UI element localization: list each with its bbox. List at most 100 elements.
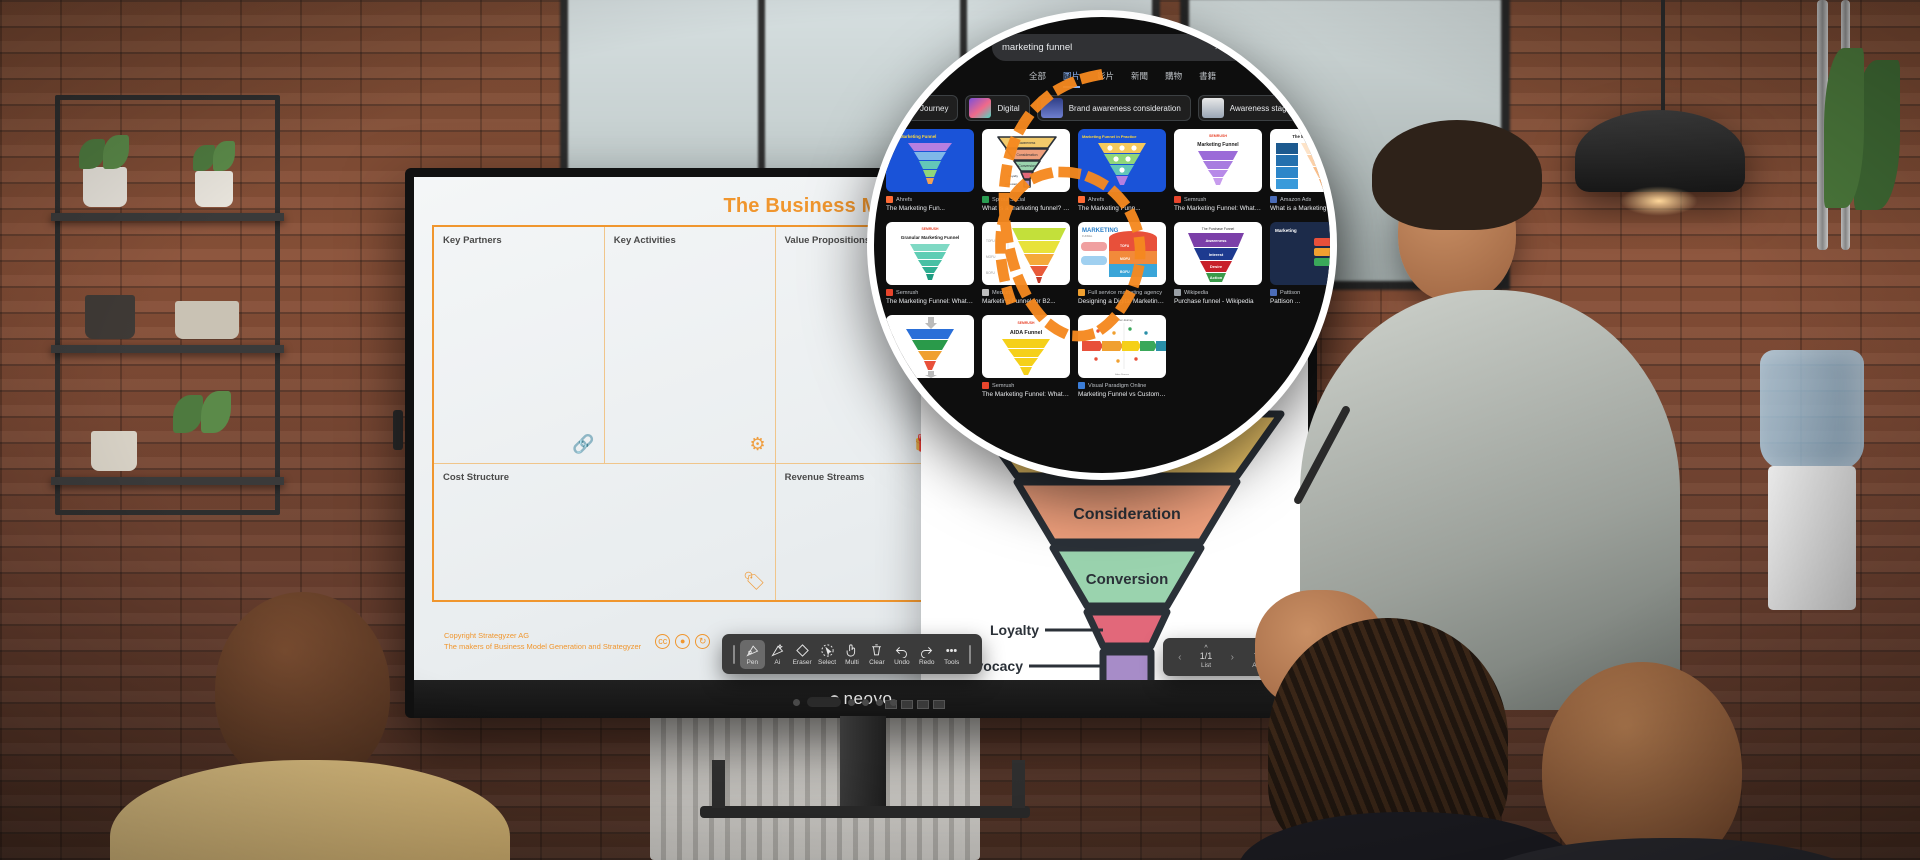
tool-multi[interactable]: Multi <box>840 640 865 669</box>
chip-journey[interactable]: Journey <box>888 95 959 121</box>
result-card[interactable]: MARKETING FUNNEL TOFU MOFU BOFU Full ser… <box>1078 222 1166 306</box>
result-source: ...din <box>886 382 974 389</box>
mic-icon[interactable]: 🎤 <box>1247 42 1259 53</box>
copyright-line-2: The makers of Business Model Generation … <box>444 642 642 651</box>
list-label: List <box>1200 661 1212 669</box>
tool-clear[interactable]: Clear <box>864 640 889 669</box>
result-thumbnail: SEMRUSH Marketing Funnel <box>1174 129 1262 192</box>
favicon <box>1174 196 1181 203</box>
funnel-label-conversion: Conversion <box>1086 571 1169 588</box>
chevron-right-icon[interactable]: › <box>1231 652 1234 663</box>
svg-text:Consideration: Consideration <box>1017 153 1038 157</box>
favicon <box>1078 382 1085 389</box>
chip-digital[interactable]: Digital <box>965 95 1030 121</box>
svg-text:Advocacy: Advocacy <box>1005 182 1019 186</box>
annotation-toolbar: Pen Ai Eraser Select Multi Clear Undo Re… <box>722 634 982 674</box>
result-card[interactable]: Marketing Funnel in Practice Ahrefs The … <box>1078 129 1166 213</box>
chip-thumbnail <box>1040 98 1063 118</box>
funnel-stage-advocacy <box>1099 648 1155 680</box>
result-card[interactable]: Marketing Pattison Pattison ... <box>1270 222 1330 306</box>
tool-eraser[interactable]: Eraser <box>790 640 815 669</box>
result-card[interactable]: ...din ... Funnel <box>886 315 974 399</box>
tab-images[interactable]: 圖片 <box>1063 70 1081 88</box>
canvas-cell-key-activities[interactable]: Key Activities ⚙ <box>604 227 776 465</box>
result-thumbnail: The Marketing Funnel <box>886 129 974 192</box>
result-caption: What is a Marketing Funn ... <box>1270 205 1336 212</box>
search-icon[interactable]: 🔍 <box>1268 42 1280 53</box>
screenshot-root: The Business Model Canvas Designed for |… <box>0 0 1920 860</box>
tab-videos[interactable]: 影片 <box>1097 70 1114 88</box>
result-card[interactable]: SEMRUSH Marketing Funnel Semrush The Mar… <box>1174 129 1262 213</box>
result-card[interactable]: The Purchase Funnel Awareness Interest D… <box>1174 222 1262 306</box>
svg-text:FUNNEL: FUNNEL <box>1082 234 1093 238</box>
tool-redo[interactable]: Redo <box>914 640 939 669</box>
funnel-label-consideration: Consideration <box>1073 506 1181 523</box>
tool-ai[interactable]: Ai <box>765 640 790 669</box>
source-name: Sprout Social <box>992 196 1026 203</box>
result-caption: Purchase funnel - Wikipedia <box>1174 298 1254 305</box>
tools-button[interactable]: 工具 <box>1283 70 1300 82</box>
favicon <box>886 289 893 296</box>
canvas-cell-key-partners[interactable]: Key Partners 🔗 <box>434 227 605 465</box>
close-icon[interactable]: ✕ <box>1214 42 1222 53</box>
canvas-cell-cost-structure[interactable]: Cost Structure 🏷 <box>434 464 776 600</box>
toolbar-drag-handle-right[interactable] <box>969 644 971 664</box>
result-thumbnail: Marketing Funnel in Practice <box>1078 129 1166 192</box>
lens-icon[interactable]: ◉ <box>1230 42 1239 53</box>
source-name: Semrush <box>992 382 1015 389</box>
result-caption: The Marketing Funn... <box>1078 205 1141 212</box>
svg-text:MOFU: MOFU <box>986 255 996 259</box>
result-caption: The Marketing Funnel: What It I... <box>1174 205 1262 212</box>
tab-books[interactable]: 書籍 <box>1199 70 1216 88</box>
favicon <box>1078 289 1085 296</box>
result-card[interactable]: Customer Journey Sales Process Visual Pa… <box>1078 315 1166 399</box>
chip-label: Digital <box>997 103 1020 113</box>
result-card[interactable]: Awareness Consideration Conversion Loyal… <box>982 129 1070 213</box>
result-thumbnail: MARKETING FUNNEL TOFU MOFU BOFU <box>1078 222 1166 285</box>
google-header: Google marketing funnel ✕ ◉ 🎤 🔍 全部 圖片 影片… <box>874 17 1330 88</box>
toolbar-drag-handle[interactable] <box>733 644 735 664</box>
tool-undo[interactable]: Undo <box>889 640 914 669</box>
result-caption: The Marketing Funnel: What I... <box>886 298 974 305</box>
result-card[interactable]: The Marketing Funnel Amazon Ads What is … <box>1270 129 1336 213</box>
result-card[interactable]: SEMRUSH AIDA Funnel Semrush The Marketin… <box>982 315 1070 399</box>
panel-side-handle-left <box>393 410 403 450</box>
chip-awareness-stage[interactable]: Awareness stage <box>1197 95 1302 121</box>
cell-title: Cost Structure <box>443 472 509 484</box>
svg-text:TOFU: TOFU <box>986 239 995 243</box>
magnifier-google-images[interactable]: Google marketing funnel ✕ ◉ 🎤 🔍 全部 圖片 影片… <box>867 10 1337 480</box>
result-card[interactable]: The Marketing Funnel Ahrefs The Marketin… <box>886 129 974 213</box>
result-card[interactable]: SEMRUSH Granular Marketing Funnel Semrus… <box>886 222 974 306</box>
result-source: Ahrefs <box>886 196 974 203</box>
tab-shopping[interactable]: 購物 <box>1165 70 1182 88</box>
svg-text:AIDA Funnel: AIDA Funnel <box>1010 330 1043 336</box>
page-indicator-group[interactable]: ^ 1/1 List <box>1200 645 1213 669</box>
by-icon: ● <box>675 633 691 649</box>
cc-icon: cc <box>655 633 671 649</box>
tool-select[interactable]: Select <box>815 640 840 669</box>
result-card[interactable]: TOFU MOFU BOFU Medium Marketing Funnel f… <box>982 222 1070 306</box>
source-name: Ahrefs <box>896 196 913 203</box>
source-name: Ahrefs <box>1088 196 1105 203</box>
chevron-left-icon[interactable]: ‹ <box>1178 652 1181 663</box>
favicon <box>982 382 989 389</box>
svg-text:The Marketing Funnel: The Marketing Funnel <box>891 134 936 139</box>
svg-text:Granular Marketing Funnel: Granular Marketing Funnel <box>901 235 959 240</box>
chip-label: Awareness stage <box>1229 103 1292 113</box>
pendant-lamp-cord <box>1661 0 1665 115</box>
tab-all[interactable]: 全部 <box>1029 70 1046 88</box>
result-caption: Marketing Funnel vs Customer Journey Map <box>1078 391 1166 398</box>
display-io-right <box>793 697 897 707</box>
search-input[interactable]: marketing funnel ✕ ◉ 🎤 🔍 <box>992 34 1290 61</box>
favicon <box>1270 289 1277 296</box>
chip-brand-awareness-consideration[interactable]: Brand awareness consideration <box>1036 95 1191 121</box>
svg-text:Marketing Funnel: Marketing Funnel <box>1197 142 1239 148</box>
gear-icon: ⚙ <box>749 434 766 455</box>
favicon <box>1078 196 1085 203</box>
tab-news[interactable]: 新聞 <box>1131 70 1148 88</box>
tool-pen[interactable]: Pen <box>739 639 765 669</box>
source-name: Pattison <box>1280 289 1301 296</box>
svg-text:BOFU: BOFU <box>1120 270 1130 274</box>
svg-text:The Purchase Funnel: The Purchase Funnel <box>1202 227 1235 231</box>
tool-tools[interactable]: Tools <box>939 640 964 669</box>
